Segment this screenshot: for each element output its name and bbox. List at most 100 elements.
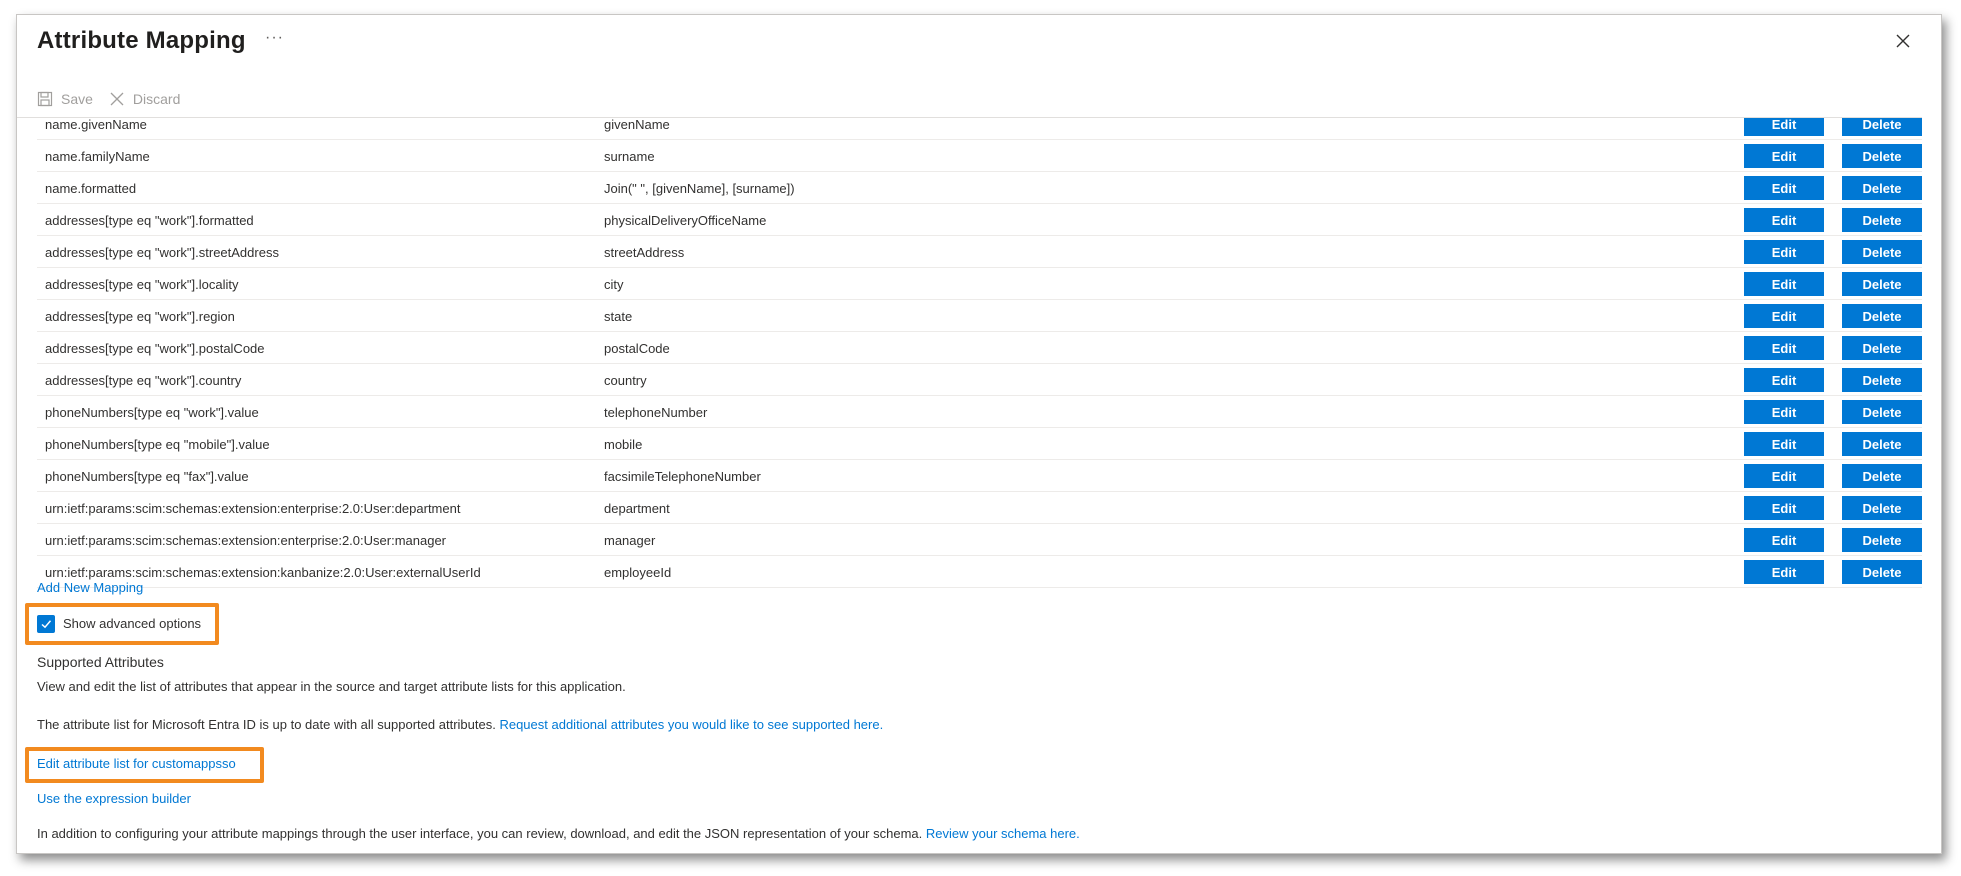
show-advanced-label: Show advanced options [63,616,202,631]
delete-button[interactable]: Delete [1842,272,1922,296]
schema-text: In addition to configuring your attribut… [37,826,923,841]
target-attribute: name.givenName [45,118,147,132]
edit-button[interactable]: Edit [1744,464,1824,488]
source-attribute: employeeId [604,565,672,580]
source-attribute: physicalDeliveryOfficeName [604,213,767,228]
edit-button[interactable]: Edit [1744,400,1824,424]
table-row: addresses[type eq "work"].country country… [37,364,1922,396]
source-attribute: mobile [604,437,643,452]
delete-button[interactable]: Delete [1842,400,1922,424]
table-row: urn:ietf:params:scim:schemas:extension:k… [37,556,1922,588]
delete-button[interactable]: Delete [1842,176,1922,200]
delete-button[interactable]: Delete [1842,560,1922,584]
attribute-status-line: The attribute list for Microsoft Entra I… [37,717,883,732]
table-row: name.givenName givenName Edit Delete [37,118,1922,140]
close-icon[interactable] [1891,29,1915,53]
source-attribute: Join(" ", [givenName], [surname]) [604,181,795,196]
edit-button[interactable]: Edit [1744,176,1824,200]
table-row: addresses[type eq "work"].locality city Ed… [37,268,1922,300]
delete-button[interactable]: Delete [1842,496,1922,520]
table-row: name.familyName surname Edit Delete [37,140,1922,172]
save-icon [37,91,53,107]
table-row: phoneNumbers[type eq "work"].value teleph… [37,396,1922,428]
source-attribute: city [604,277,624,292]
table-row: addresses[type eq "work"].region state Edi… [37,300,1922,332]
edit-button[interactable]: Edit [1744,496,1824,520]
discard-label: Discard [132,91,181,107]
table-row: phoneNumbers[type eq "fax"].value facsimi… [37,460,1922,492]
table-row: name.formatted Join(" ", [givenName], [su… [37,172,1922,204]
delete-button[interactable]: Delete [1842,528,1922,552]
more-options-icon[interactable]: ··· [265,29,284,47]
delete-button[interactable]: Delete [1842,368,1922,392]
target-attribute: phoneNumbers[type eq "work"].value [45,405,259,420]
edit-button[interactable]: Edit [1744,144,1824,168]
source-attribute: givenName [604,118,670,132]
delete-button[interactable]: Delete [1842,336,1922,360]
review-schema-link[interactable]: Review your schema here. [926,826,1080,841]
target-attribute: addresses[type eq "work"].region [45,309,235,324]
edit-button[interactable]: Edit [1744,560,1824,584]
edit-button[interactable]: Edit [1744,528,1824,552]
schema-line: In addition to configuring your attribut… [37,826,1080,841]
source-attribute: country [604,373,647,388]
page-title: Attribute Mapping [37,27,246,54]
target-attribute: urn:ietf:params:scim:schemas:extension:k… [45,565,481,580]
edit-button[interactable]: Edit [1744,118,1824,136]
save-button[interactable]: Save [37,91,93,107]
attribute-mapping-panel: Attribute Mapping ··· Save Discard name.… [16,14,1942,854]
delete-button[interactable]: Delete [1842,240,1922,264]
target-attribute: addresses[type eq "work"].streetAddress [45,245,279,260]
table-row: urn:ietf:params:scim:schemas:extension:e… [37,524,1922,556]
target-attribute: urn:ietf:params:scim:schemas:extension:e… [45,533,447,548]
delete-button[interactable]: Delete [1842,432,1922,456]
source-attribute: manager [604,533,656,548]
toolbar: Save Discard [37,85,196,113]
supported-attributes-title: Supported Attributes [37,654,164,670]
save-label: Save [61,91,93,107]
source-attribute: state [604,309,633,324]
add-new-mapping-link[interactable]: Add New Mapping [37,580,143,595]
table-row: addresses[type eq "work"].formatted physi… [37,204,1922,236]
target-attribute: addresses[type eq "work"].country [45,373,242,388]
source-attribute: telephoneNumber [604,405,708,420]
delete-button[interactable]: Delete [1842,118,1922,136]
source-attribute: streetAddress [604,245,685,260]
delete-button[interactable]: Delete [1842,304,1922,328]
show-advanced-checkbox[interactable] [37,615,55,633]
source-attribute: surname [604,149,655,164]
supported-attributes-description: View and edit the list of attributes tha… [37,679,626,694]
edit-button[interactable]: Edit [1744,240,1824,264]
target-attribute: addresses[type eq "work"].postalCode [45,341,265,356]
edit-button[interactable]: Edit [1744,208,1824,232]
table-row: urn:ietf:params:scim:schemas:extension:e… [37,492,1922,524]
target-attribute: addresses[type eq "work"].formatted [45,213,254,228]
delete-button[interactable]: Delete [1842,208,1922,232]
source-attribute: department [604,501,670,516]
edit-attribute-list-link[interactable]: Edit attribute list for customappsso [37,756,236,771]
table-row: phoneNumbers[type eq "mobile"].value mobi… [37,428,1922,460]
source-attribute: facsimileTelephoneNumber [604,469,761,484]
table-row: addresses[type eq "work"].postalCode post… [37,332,1922,364]
attribute-status-text: The attribute list for Microsoft Entra I… [37,717,496,732]
edit-button[interactable]: Edit [1744,272,1824,296]
delete-button[interactable]: Delete [1842,464,1922,488]
target-attribute: name.familyName [45,149,150,164]
target-attribute: phoneNumbers[type eq "fax"].value [45,469,249,484]
source-attribute: postalCode [604,341,670,356]
delete-button[interactable]: Delete [1842,144,1922,168]
edit-button[interactable]: Edit [1744,336,1824,360]
edit-button[interactable]: Edit [1744,304,1824,328]
target-attribute: addresses[type eq "work"].locality [45,277,239,292]
target-attribute: phoneNumbers[type eq "mobile"].value [45,437,270,452]
target-attribute: urn:ietf:params:scim:schemas:extension:e… [45,501,461,516]
edit-button[interactable]: Edit [1744,432,1824,456]
expression-builder-link[interactable]: Use the expression builder [37,791,191,806]
checkmark-icon [41,620,52,629]
mappings-table: name.givenName givenName Edit Delete name.fa… [37,118,1922,592]
discard-button[interactable]: Discard [109,91,180,107]
table-row: addresses[type eq "work"].streetAddress s… [37,236,1922,268]
edit-button[interactable]: Edit [1744,368,1824,392]
discard-icon [110,92,124,106]
request-attributes-link[interactable]: Request additional attributes you would … [499,717,883,732]
